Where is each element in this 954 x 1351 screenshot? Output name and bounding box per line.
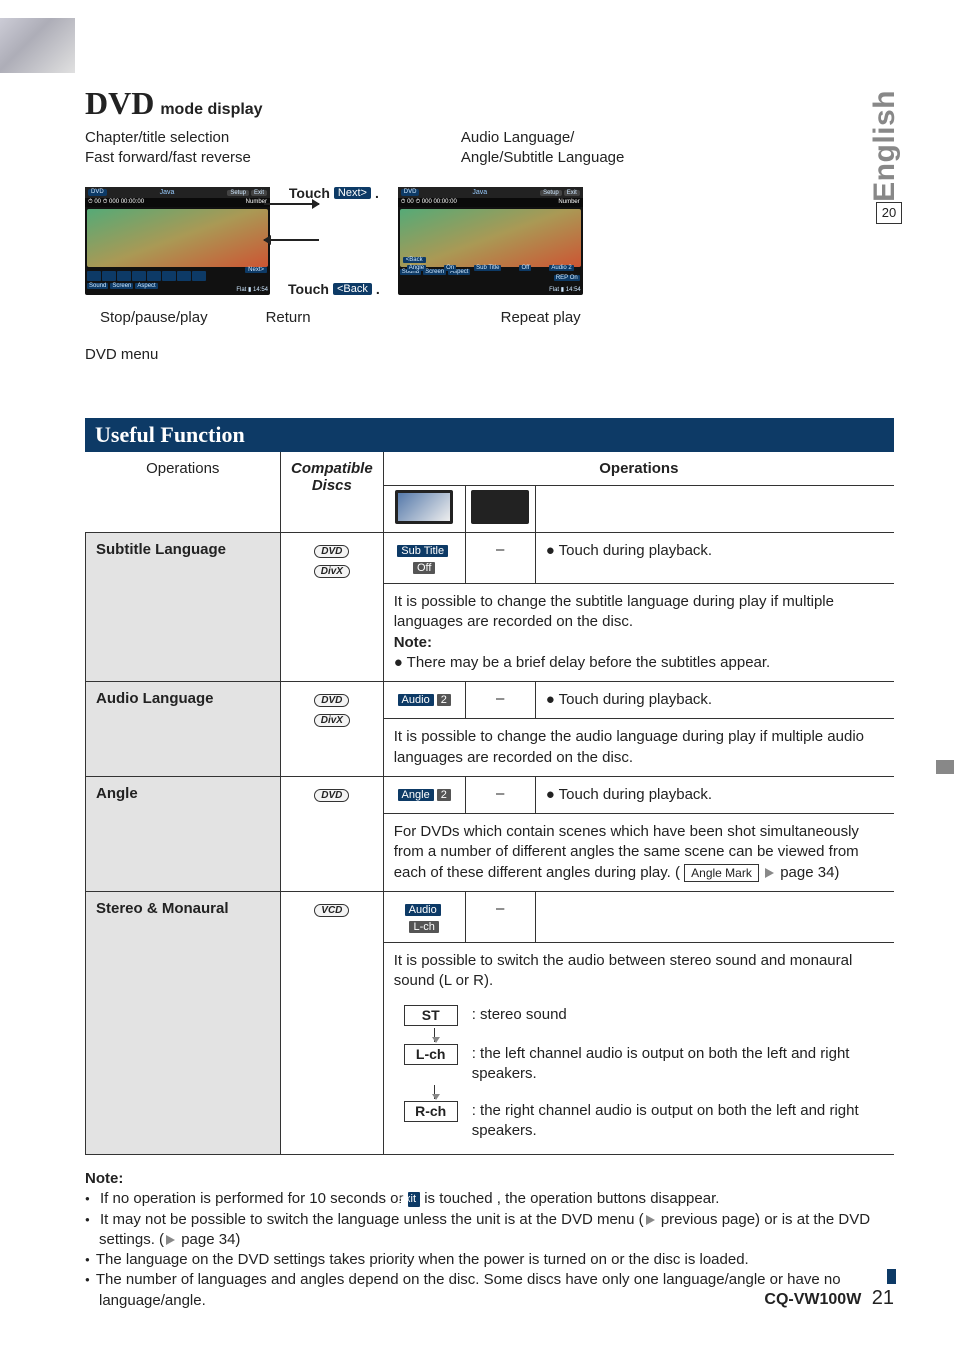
title-mode: mode display — [160, 101, 262, 119]
stereo-remote: – — [465, 891, 535, 942]
exit-pill[interactable]: Exit — [408, 1192, 420, 1207]
angle-remote: – — [465, 776, 535, 813]
disc-dvd-2: DVD — [314, 694, 349, 707]
language-tab: English — [868, 90, 902, 202]
flow-r: R-ch — [404, 1101, 458, 1122]
period-1: . — [375, 185, 379, 201]
title-dvd: DVD — [85, 85, 154, 122]
audio-body: It is possible to change the audio langu… — [394, 728, 864, 765]
chip-audio[interactable]: Audio — [398, 694, 434, 706]
subtitle-remote: – — [465, 533, 535, 584]
notes-heading: Note: — [85, 1169, 894, 1189]
side-page-box: 20 — [876, 202, 902, 224]
subtitle-bullet: Touch during playback. — [559, 542, 712, 559]
chip-subtitle-val: Off — [413, 562, 435, 574]
angle-bullet: Touch during playback. — [559, 786, 712, 803]
subtitle-note-body: There may be a brief delay before the su… — [407, 654, 771, 671]
flow-st: ST — [404, 1005, 458, 1026]
monitor-icon — [471, 490, 529, 524]
label-angle-subtitle: Angle/Subtitle Language — [461, 148, 624, 168]
touch-label-2: Touch — [288, 281, 329, 297]
chip-stereo-val: L-ch — [409, 921, 438, 933]
audio-remote: – — [465, 682, 535, 719]
chip-angle[interactable]: Angle — [398, 789, 434, 801]
arrow-icon-3 — [166, 1235, 175, 1245]
th-operations-right: Operations — [383, 452, 894, 486]
touch-label-1: Touch — [289, 185, 330, 201]
dvd-screen-left: DVDJavaSetup Exit ⏱ 00 ⏱ 000 00:00:00 Nu… — [85, 187, 270, 295]
note3: The language on the DVD settings takes p… — [85, 1250, 894, 1270]
chip-subtitle[interactable]: Sub Title — [397, 545, 448, 557]
callout-return: Return — [266, 309, 311, 326]
flow-r-desc: : the right channel audio is output on b… — [472, 1101, 874, 1140]
footer-model: CQ-VW100W — [764, 1291, 861, 1308]
note1b: is touched , the operation buttons disap… — [424, 1190, 719, 1207]
disc-vcd: VCD — [314, 904, 349, 917]
row-stereo-name: Stereo & Monaural — [86, 891, 281, 1154]
disc-divx: DivX — [314, 565, 350, 578]
chip-angle-val: 2 — [437, 789, 451, 801]
th-operations-left: Operations — [86, 452, 281, 533]
arrows-block: Touch Next> . Touch <Back . — [288, 185, 380, 297]
note1a: If no operation is performed for 10 seco… — [100, 1190, 408, 1207]
angle-body2: page 34) — [776, 864, 839, 881]
disc-dvd-3: DVD — [314, 789, 349, 802]
footer-accent — [887, 1269, 896, 1284]
row-subtitle-name: Subtitle Language — [86, 533, 281, 682]
note2a: It may not be possible to switch the lan… — [100, 1211, 644, 1228]
th-compatible-discs: Compatible Discs — [281, 452, 384, 533]
period-2: . — [376, 281, 380, 297]
subtitle-body: It is possible to change the subtitle la… — [394, 593, 834, 630]
row-audio-name: Audio Language — [86, 682, 281, 777]
back-button-pill[interactable]: <Back — [333, 283, 372, 295]
section-tab — [936, 760, 954, 774]
callout-stop: Stop/pause/play — [100, 309, 208, 326]
subtitle-note-label: Note: — [394, 634, 432, 651]
angle-ref-box: Angle Mark — [684, 864, 759, 882]
touchscreen-icon — [395, 490, 453, 524]
label-chapter-title: Chapter/title selection — [85, 128, 251, 148]
dvd-screen-right: DVDJavaSetup Exit ⏱ 00 ⏱ 000 00:00:00 Nu… — [398, 187, 583, 295]
audio-bullet: Touch during playback. — [559, 691, 712, 708]
decor-photo — [0, 18, 75, 73]
arrow-icon-2 — [646, 1215, 655, 1225]
callout-dvd-menu: DVD menu — [85, 346, 894, 363]
arrow-icon — [765, 868, 774, 878]
chip-audio-val: 2 — [437, 694, 451, 706]
section-useful-function: Useful Function — [85, 418, 894, 452]
disc-divx-2: DivX — [314, 714, 350, 727]
label-ff-fr: Fast forward/fast reverse — [85, 148, 251, 168]
operations-table: Operations Compatible Discs Operations S… — [85, 452, 894, 1155]
stereo-body: It is possible to switch the audio betwe… — [394, 952, 853, 989]
chip-stereo[interactable]: Audio — [405, 904, 441, 916]
label-audio-lang: Audio Language/ — [461, 128, 624, 148]
note2c: page 34) — [177, 1231, 240, 1248]
flow-l: L-ch — [404, 1044, 458, 1065]
row-angle-name: Angle — [86, 776, 281, 891]
flow-l-desc: : the left channel audio is output on bo… — [472, 1044, 874, 1083]
flow-st-desc: : stereo sound — [472, 1005, 567, 1025]
callout-repeat: Repeat play — [501, 309, 581, 326]
next-button-pill[interactable]: Next> — [334, 187, 371, 199]
footer-page: 21 — [872, 1287, 894, 1309]
disc-dvd: DVD — [314, 545, 349, 558]
